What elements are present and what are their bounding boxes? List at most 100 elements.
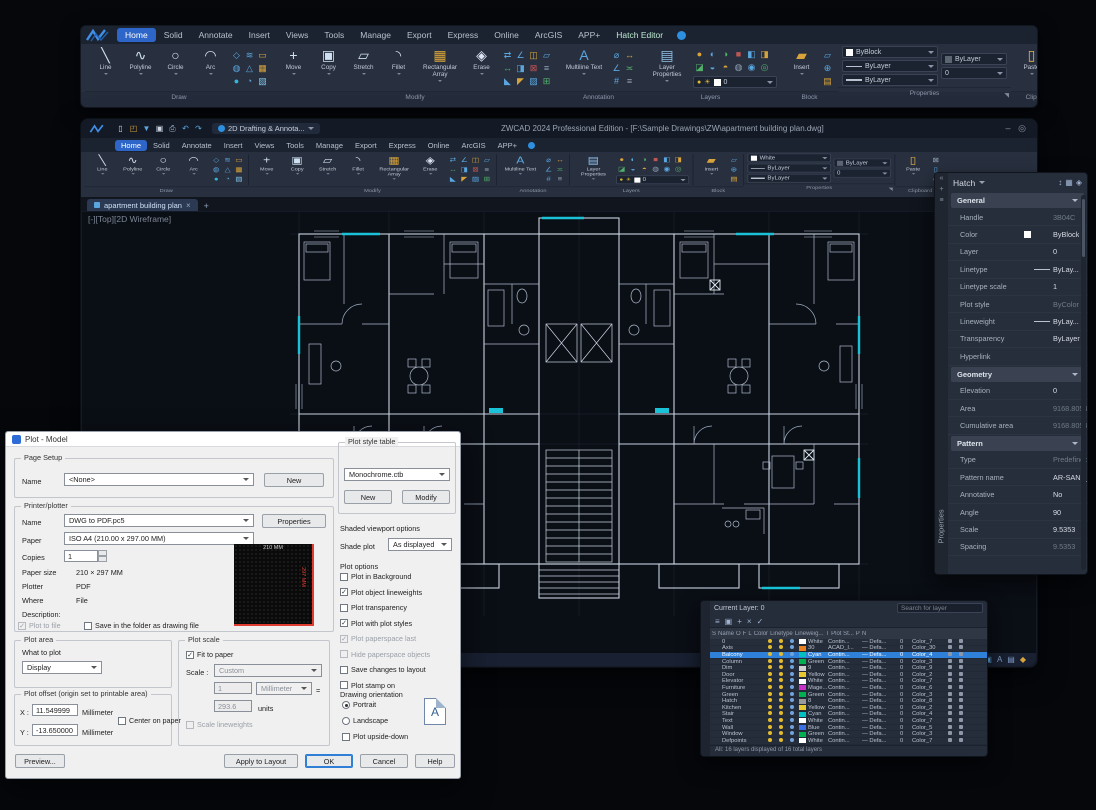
layer-linetype[interactable]: Contin...	[828, 639, 862, 645]
layer-linetype[interactable]: Contin...	[828, 652, 862, 658]
tool-icon[interactable]: ≋	[222, 155, 233, 164]
layer-freeze-icon[interactable]	[775, 678, 786, 684]
help-dot-icon[interactable]	[677, 31, 686, 40]
layer-linetype[interactable]: Contin...	[828, 705, 862, 711]
property-row[interactable]: Area 9168.8054	[948, 400, 1087, 417]
layer-state-icon[interactable]: ◨	[673, 155, 684, 164]
layer-newvp-icon[interactable]	[955, 685, 966, 691]
layer-linetype[interactable]: Contin...	[828, 685, 862, 691]
layer-lineweight[interactable]: — Defa...	[862, 672, 900, 678]
layer-plotstyle[interactable]: Color_5	[912, 725, 944, 731]
tool-icon[interactable]: ◣	[447, 174, 458, 183]
layer-state-icon[interactable]: ◑	[719, 48, 732, 61]
tool-button[interactable]: ▦Rectangular Array	[374, 153, 414, 185]
layer-toolbar-icon[interactable]: ✓	[757, 617, 764, 626]
layer-on-icon[interactable]	[764, 645, 775, 651]
tool-icon[interactable]: ≍	[623, 62, 636, 75]
viewport-controls-label[interactable]: [-][Top][2D Wireframe]	[88, 214, 171, 224]
layer-plot-icon[interactable]	[944, 672, 955, 678]
tool-icon[interactable]: ▱	[821, 49, 834, 62]
document-tab[interactable]: apartment building plan ×	[87, 199, 198, 211]
layer-state-icon[interactable]: ◐	[627, 155, 638, 164]
tool-icon[interactable]: ≍	[554, 165, 565, 174]
layer-select-combo[interactable]: ● ☀ 0	[616, 175, 689, 184]
layer-freeze-icon[interactable]	[775, 711, 786, 717]
layer-freeze-icon[interactable]	[775, 718, 786, 724]
tool-icon[interactable]: #	[543, 174, 554, 183]
layer-plotstyle[interactable]: Color_7	[912, 718, 944, 724]
layer-lineweight[interactable]: — Defa...	[862, 731, 900, 737]
section-header-pattern[interactable]: Pattern	[951, 436, 1084, 451]
tool-button[interactable]: ╲Line	[89, 46, 122, 90]
layer-transparency[interactable]: 0	[900, 705, 912, 711]
tool-icon[interactable]: ◇	[211, 155, 222, 164]
tool-button[interactable]: AMultiline Text	[500, 153, 540, 185]
layer-plotstyle[interactable]: Color_7	[912, 639, 944, 645]
layer-plot-icon[interactable]	[944, 665, 955, 671]
layer-plotstyle[interactable]: Color_8	[912, 698, 944, 704]
layer-lineweight[interactable]: — Defa...	[862, 692, 900, 698]
layer-lock-icon[interactable]	[786, 652, 797, 658]
layer-lineweight[interactable]: — Defa...	[862, 725, 900, 731]
tool-icon[interactable]: ≡	[540, 62, 553, 75]
tool-icon[interactable]: ⌀	[610, 49, 623, 62]
ribbon-tab[interactable]: Views	[249, 140, 281, 151]
layer-state-icon[interactable]: ◪	[616, 164, 627, 173]
tool-icon[interactable]: ▱	[481, 155, 492, 164]
tool-icon[interactable]: ⊞	[481, 174, 492, 183]
tool-button[interactable]: ◠Arc	[179, 153, 208, 185]
tool-icon[interactable]: ▱	[728, 155, 739, 164]
tool-icon[interactable]: ◨	[514, 62, 527, 75]
tool-icon[interactable]: ↔	[447, 165, 458, 174]
column-header[interactable]: Plot St...	[829, 631, 854, 637]
tool-button[interactable]: ◝Fillet	[382, 46, 415, 90]
layer-state-icon[interactable]: ◐	[706, 48, 719, 61]
tool-icon[interactable]: ◨	[459, 165, 470, 174]
layer-plot-icon[interactable]	[944, 698, 955, 704]
ribbon-tab[interactable]: Home	[117, 28, 156, 42]
tool-button[interactable]: ▱Stretch	[313, 153, 342, 185]
window-control-icon[interactable]: ◎	[1015, 123, 1029, 134]
layer-freeze-icon[interactable]	[775, 659, 786, 665]
property-row[interactable]: Angle 90	[948, 504, 1087, 521]
quick-access-icon[interactable]: ↷	[192, 122, 205, 136]
apply-to-layout-button[interactable]: Apply to Layout	[224, 754, 298, 768]
collapse-icon[interactable]: «	[935, 173, 948, 184]
layer-on-icon[interactable]	[764, 678, 775, 684]
color-combo[interactable]: White	[747, 153, 831, 162]
color-combo[interactable]: ByBlock	[842, 46, 938, 58]
ribbon-tab[interactable]: Express	[440, 28, 487, 42]
layer-transparency[interactable]: 0	[900, 659, 912, 665]
ribbon-tab[interactable]: Annotate	[176, 140, 218, 151]
status-toggle-icon[interactable]: A	[997, 653, 1002, 666]
help-button[interactable]: Help	[415, 754, 455, 768]
layer-lock-icon[interactable]	[786, 672, 797, 678]
new-tab-icon[interactable]: +	[200, 201, 213, 211]
ribbon-tab[interactable]: Manage	[352, 28, 399, 42]
column-header[interactable]: Lineweig...	[793, 631, 824, 637]
layer-plot-icon[interactable]	[944, 725, 955, 731]
property-row[interactable]: Hyperlink	[948, 348, 1087, 365]
portrait-radio[interactable]: Portrait	[342, 700, 376, 709]
insert-block-button[interactable]: ▰ Insert	[785, 46, 818, 90]
tool-icon[interactable]: ↔	[554, 155, 565, 164]
quick-access-icon[interactable]: ↶	[179, 122, 192, 136]
layer-row[interactable]: Defpoints White Contin... — Defa... 0 Co…	[710, 738, 987, 745]
layer-properties-button[interactable]: ▤ Layer Properties	[573, 153, 613, 185]
layer-linetype[interactable]: Contin...	[828, 718, 862, 724]
layer-state-icon[interactable]: ◒	[627, 164, 638, 173]
ribbon-tab[interactable]: Hatch Editor	[608, 28, 671, 42]
ribbon-tab[interactable]: Express	[383, 140, 422, 151]
plot-option-checkbox[interactable]: Plot transparency	[340, 603, 458, 612]
close-tab-icon[interactable]: ×	[186, 201, 191, 210]
layer-linetype[interactable]: Contin...	[828, 692, 862, 698]
help-dot-icon[interactable]	[528, 142, 535, 149]
layer-lock-icon[interactable]	[786, 692, 797, 698]
ribbon-tab[interactable]: Online	[422, 140, 456, 151]
layer-state-icon[interactable]: ◓	[639, 164, 650, 173]
layer-plotstyle[interactable]: Color_4	[912, 652, 944, 658]
tool-icon[interactable]: ≡	[554, 174, 565, 183]
scrollbar[interactable]	[1081, 195, 1086, 570]
layer-state-icon[interactable]: ◎	[673, 164, 684, 173]
layer-on-icon[interactable]	[764, 672, 775, 678]
